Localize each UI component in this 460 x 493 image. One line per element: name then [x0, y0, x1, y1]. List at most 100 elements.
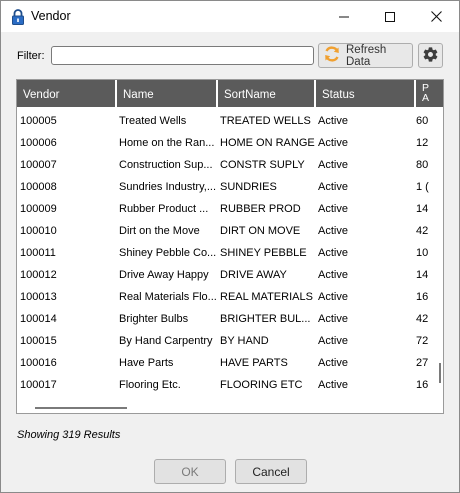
column-header-partial[interactable]: P A [416, 80, 443, 107]
table-body: 100005 Treated Wells TREATED WELLS Active 60… [17, 110, 443, 396]
name-cell: Have Parts [119, 357, 174, 369]
table-row[interactable]: 100013 Real Materials Flo... REAL MATERIAL… [17, 286, 443, 308]
table-row[interactable]: 100008 Sundries Industry,... SUNDRIES Activ… [17, 176, 443, 198]
padlock-icon [11, 9, 25, 25]
extra-cell: 12 [416, 137, 429, 149]
vendor-cell: 100010 [20, 225, 57, 237]
vendor-cell: 100011 [20, 247, 56, 259]
cancel-button[interactable]: Cancel [235, 459, 307, 484]
status-cell: Active [318, 115, 348, 127]
extra-cell: 42 [416, 225, 429, 237]
status-cell: Active [318, 159, 348, 171]
name-cell: By Hand Carpentry [119, 335, 213, 347]
name-cell: Brighter Bulbs [119, 313, 189, 325]
horizontal-scrollbar[interactable] [35, 407, 127, 409]
table-row[interactable]: 100017 Flooring Etc. FLOORING ETC Active 16 [17, 374, 443, 396]
extra-cell: 72 [416, 335, 429, 347]
sortname-cell: CONSTR SUPLY [220, 159, 305, 171]
status-cell: Active [318, 181, 348, 193]
column-header-vendor[interactable]: Vendor [17, 80, 117, 107]
sortname-cell: DRIVE AWAY [220, 269, 287, 281]
sortname-cell: BRIGHTER BUL... [220, 313, 311, 325]
extra-cell: 10 [416, 247, 429, 259]
name-cell: Treated Wells [119, 115, 187, 127]
column-header-name[interactable]: Name [117, 80, 218, 107]
status-cell: Active [318, 247, 348, 259]
vendor-cell: 100008 [20, 181, 57, 193]
table-row[interactable]: 100016 Have Parts HAVE PARTS Active 27 [17, 352, 443, 374]
name-cell: Drive Away Happy [119, 269, 209, 281]
sortname-cell: TREATED WELLS [220, 115, 311, 127]
status-cell: Active [318, 291, 348, 303]
filter-input[interactable] [51, 46, 314, 65]
column-header-sortname[interactable]: SortName [218, 80, 316, 107]
refresh-icon [323, 45, 341, 66]
status-cell: Active [318, 357, 348, 369]
refresh-data-button[interactable]: Refresh Data [318, 43, 413, 68]
title-bar[interactable]: Vendor [1, 1, 459, 32]
status-cell: Active [318, 335, 348, 347]
vendor-cell: 100009 [20, 203, 57, 215]
table-row[interactable]: 100007 Construction Sup... CONSTR SUPLY Act… [17, 154, 443, 176]
results-count: Showing 319 Results [17, 429, 121, 441]
name-cell: Flooring Etc. [119, 379, 181, 391]
sortname-cell: HAVE PARTS [220, 357, 288, 369]
name-cell: Dirt on the Move [119, 225, 200, 237]
column-header-status[interactable]: Status [316, 80, 416, 107]
vendor-cell: 100016 [20, 357, 57, 369]
extra-cell: 80 [416, 159, 429, 171]
status-cell: Active [318, 379, 348, 391]
vendor-table[interactable]: Vendor Name SortName Status P A 100005 Tr… [16, 79, 444, 414]
refresh-data-label: Refresh Data [346, 43, 387, 68]
close-icon [430, 11, 442, 22]
name-cell: Sundries Industry,... [119, 181, 217, 193]
sortname-cell: BY HAND [220, 335, 269, 347]
name-cell: Real Materials Flo... [119, 291, 217, 303]
extra-cell: 42 [416, 313, 429, 325]
status-cell: Active [318, 203, 348, 215]
vendor-cell: 100006 [20, 137, 57, 149]
table-row[interactable]: 100009 Rubber Product ... RUBBER PROD Activ… [17, 198, 443, 220]
status-cell: Active [318, 137, 348, 149]
sortname-cell: FLOORING ETC [220, 379, 303, 391]
vendor-cell: 100014 [20, 313, 57, 325]
table-row[interactable]: 100012 Drive Away Happy DRIVE AWAY Active 14 [17, 264, 443, 286]
extra-cell: 1 ( [416, 181, 429, 193]
extra-cell: 14 [416, 203, 429, 215]
table-row[interactable]: 100014 Brighter Bulbs BRIGHTER BUL... Activ… [17, 308, 443, 330]
extra-cell: 60 [416, 115, 429, 127]
sortname-cell: REAL MATERIALS [220, 291, 313, 303]
status-cell: Active [318, 269, 348, 281]
sortname-cell: HOME ON RANGE [220, 137, 315, 149]
settings-button[interactable] [418, 43, 443, 68]
vendor-cell: 100007 [20, 159, 57, 171]
window-title: Vendor [31, 9, 71, 23]
name-cell: Shiney Pebble Co... [119, 247, 217, 259]
table-row[interactable]: 100010 Dirt on the Move DIRT ON MOVE Active… [17, 220, 443, 242]
table-row[interactable]: 100011 Shiney Pebble Co... SHINEY PEBBLE Ac… [17, 242, 443, 264]
sortname-cell: RUBBER PROD [220, 203, 301, 215]
close-button[interactable] [413, 1, 459, 32]
extra-cell: 16 [416, 291, 429, 303]
table-row[interactable]: 100006 Home on the Ran... HOME ON RANGE Act… [17, 132, 443, 154]
name-cell: Construction Sup... [119, 159, 213, 171]
gear-icon [422, 46, 439, 66]
filter-label: Filter: [17, 50, 45, 62]
vendor-cell: 100017 [20, 379, 57, 391]
name-cell: Rubber Product ... [119, 203, 209, 215]
vendor-cell: 100012 [20, 269, 57, 281]
table-row[interactable]: 100005 Treated Wells TREATED WELLS Active 60 [17, 110, 443, 132]
maximize-button[interactable] [367, 1, 413, 32]
vendor-cell: 100013 [20, 291, 57, 303]
minimize-icon [339, 16, 349, 17]
vendor-dialog: Vendor Filter: Refresh Data Vendor Name … [0, 0, 460, 493]
ok-button[interactable]: OK [154, 459, 226, 484]
minimize-button[interactable] [321, 1, 367, 32]
sortname-cell: DIRT ON MOVE [220, 225, 301, 237]
vertical-scrollbar[interactable] [439, 363, 441, 383]
name-cell: Home on the Ran... [119, 137, 215, 149]
status-cell: Active [318, 313, 348, 325]
maximize-icon [385, 11, 395, 22]
table-row[interactable]: 100015 By Hand Carpentry BY HAND Active 72 [17, 330, 443, 352]
sortname-cell: SHINEY PEBBLE [220, 247, 307, 259]
